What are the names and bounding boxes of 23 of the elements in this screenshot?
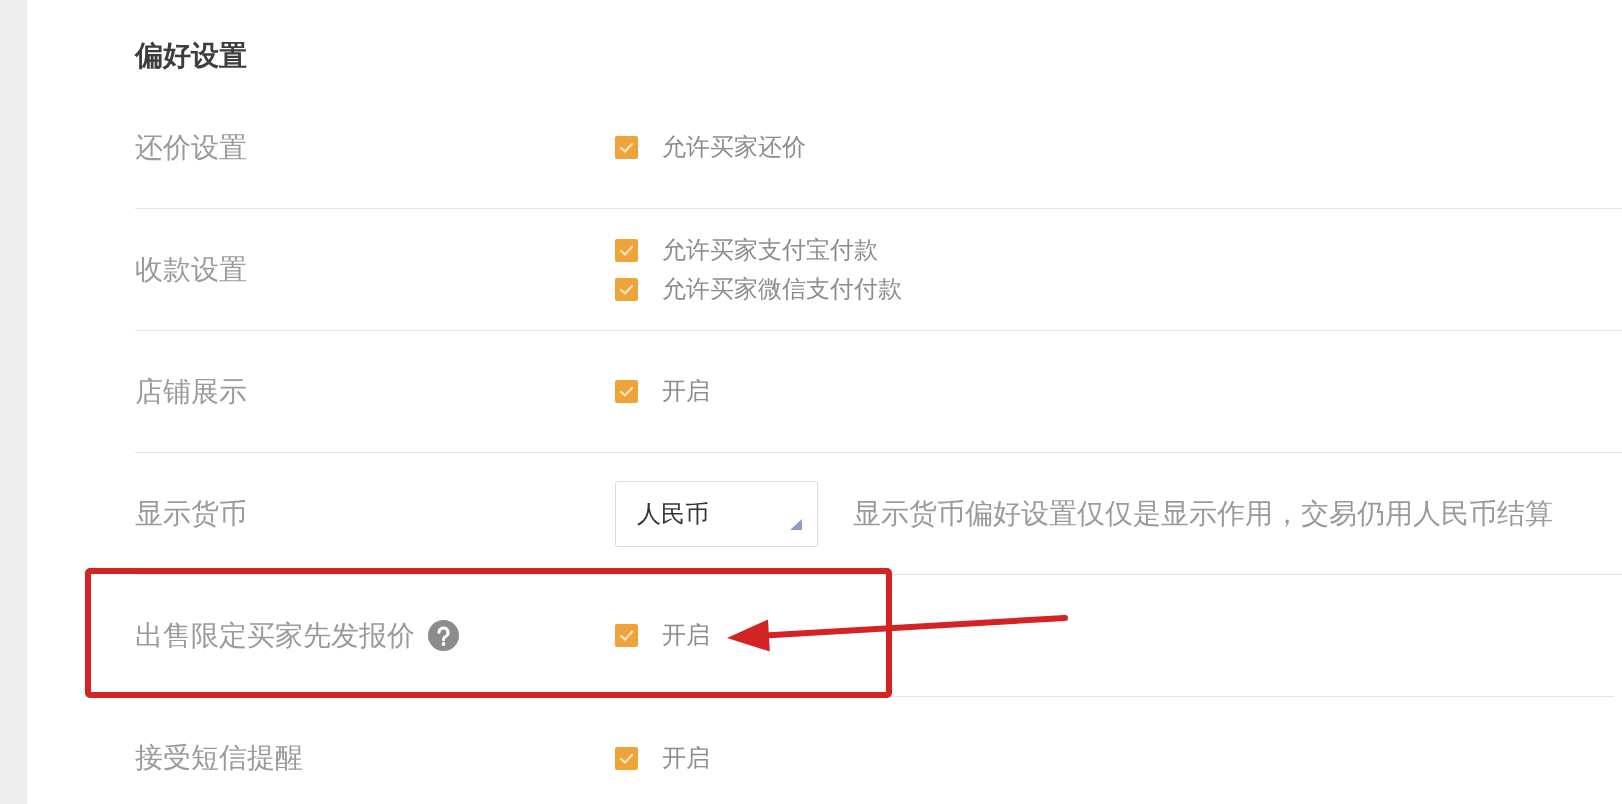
currency-select[interactable]: 人民币 xyxy=(615,480,818,547)
option-label: 开启 xyxy=(662,620,710,651)
setting-label: 接受短信提醒 xyxy=(135,740,303,776)
option-label: 开启 xyxy=(662,376,710,407)
option-label: 允许买家还价 xyxy=(662,132,806,163)
checkbox[interactable] xyxy=(615,380,638,403)
option-label: 允许买家支付宝付款 xyxy=(662,234,878,266)
section-title: 偏好设置 xyxy=(135,38,248,74)
option-label: 允许买家微信支付付款 xyxy=(662,273,902,305)
option-label: 开启 xyxy=(662,742,710,774)
help-icon[interactable] xyxy=(428,620,459,651)
checkbox[interactable] xyxy=(615,238,638,262)
setting-label: 收款设置 xyxy=(135,251,247,288)
checkbox[interactable] xyxy=(615,277,638,301)
checkbox[interactable] xyxy=(615,746,638,770)
setting-label: 显示货币 xyxy=(135,495,247,532)
hint-text: 显示货币偏好设置仅仅是显示作用，交易仍用人民币结算 xyxy=(853,495,1553,532)
setting-label: 还价设置 xyxy=(135,129,247,166)
checkbox[interactable] xyxy=(615,136,638,159)
setting-label: 店铺展示 xyxy=(135,373,247,410)
caret-icon xyxy=(790,518,802,530)
checkbox[interactable] xyxy=(615,624,638,647)
setting-label: 出售限定买家先发报价 xyxy=(135,617,415,654)
